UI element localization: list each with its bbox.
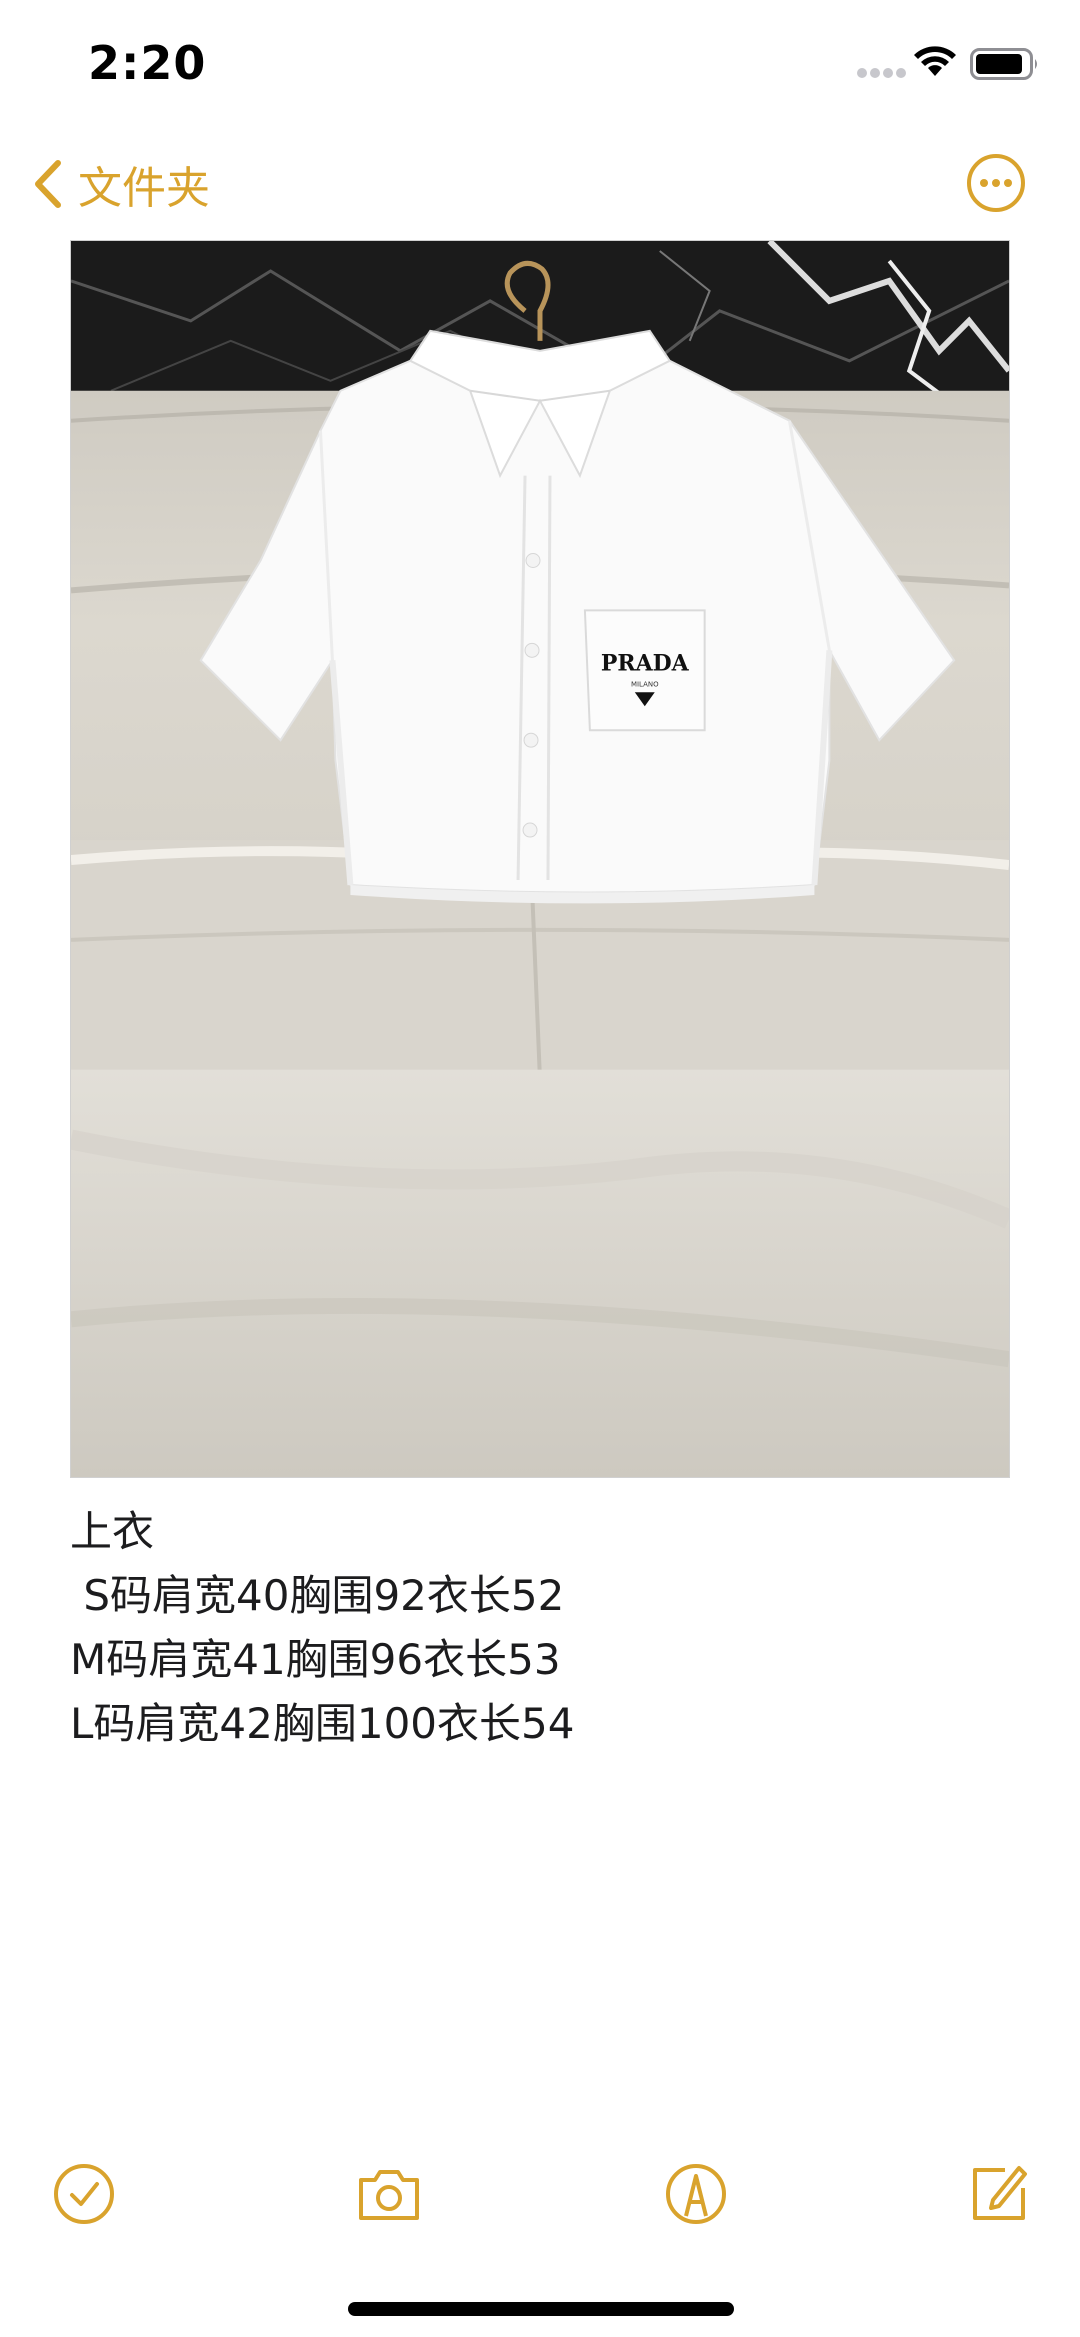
status-time: 2:20: [88, 36, 207, 90]
bottom-toolbar: [0, 2150, 1080, 2240]
markup-button[interactable]: [662, 2160, 730, 2228]
camera-icon: [359, 2170, 419, 2220]
note-photo[interactable]: PRADA MILANO: [70, 240, 1010, 1478]
nav-bar: 文件夹: [0, 130, 1080, 238]
battery-icon: [970, 48, 1037, 80]
ellipsis-circle-icon[interactable]: [965, 152, 1027, 214]
back-label: 文件夹: [78, 163, 210, 214]
shirt-photo: PRADA MILANO: [71, 241, 1009, 1477]
checklist-button[interactable]: [50, 2160, 118, 2228]
status-bar: 2:20: [0, 0, 1080, 130]
home-indicator[interactable]: [348, 2302, 734, 2316]
markup-pen-icon: [666, 2164, 726, 2224]
chevron-left-icon: [35, 160, 61, 208]
note-title-line: 上衣: [70, 1507, 155, 1556]
compose-button[interactable]: [965, 2160, 1033, 2228]
pocket-logo: PRADA: [601, 650, 690, 676]
signal-dots-icon: [857, 68, 906, 78]
checklist-icon: [54, 2164, 114, 2224]
note-body[interactable]: 上衣 S码肩宽40胸围92衣长52 M码肩宽41胸围96衣长53 L码肩宽42胸…: [70, 1500, 1010, 1756]
pocket-logo-sub: MILANO: [631, 680, 659, 688]
back-button[interactable]: 文件夹: [28, 154, 210, 214]
wifi-icon: [914, 46, 956, 76]
note-line-size-m: M码肩宽41胸围96衣长53: [70, 1635, 561, 1684]
note-line-size-l: L码肩宽42胸围100衣长54: [70, 1699, 575, 1748]
compose-icon: [973, 2166, 1027, 2220]
camera-button[interactable]: [355, 2160, 423, 2228]
note-line-size-s: S码肩宽40胸围92衣长52: [70, 1571, 565, 1620]
